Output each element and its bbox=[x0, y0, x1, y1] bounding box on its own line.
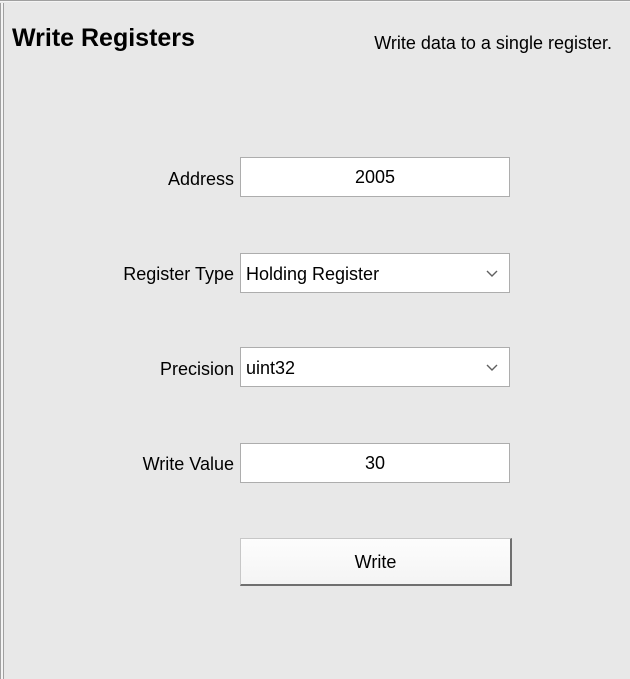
panel-left-border bbox=[0, 0, 5, 679]
write-button[interactable]: Write bbox=[240, 538, 512, 586]
register-type-dropdown[interactable]: Holding Register bbox=[240, 253, 510, 293]
precision-label: Precision bbox=[159, 359, 234, 379]
precision-dropdown[interactable]: uint32 bbox=[240, 347, 510, 387]
panel-top-border bbox=[0, 0, 630, 3]
register-type-selected: Holding Register bbox=[246, 264, 380, 284]
address-field[interactable]: 2005 bbox=[240, 157, 510, 197]
address-label: Address bbox=[167, 169, 234, 189]
page-description: Write data to a single register. bbox=[374, 33, 612, 53]
chevron-down-icon[interactable] bbox=[485, 361, 499, 375]
write-value-field[interactable]: 30 bbox=[240, 443, 510, 483]
write-registers-panel: Write Registers Write data to a single r… bbox=[0, 0, 630, 679]
precision-selected: uint32 bbox=[246, 358, 296, 378]
chevron-down-icon[interactable] bbox=[485, 267, 499, 281]
page-title: Write Registers bbox=[12, 24, 195, 52]
register-type-label: Register Type bbox=[123, 264, 234, 284]
write-value-label: Write Value bbox=[142, 454, 234, 474]
